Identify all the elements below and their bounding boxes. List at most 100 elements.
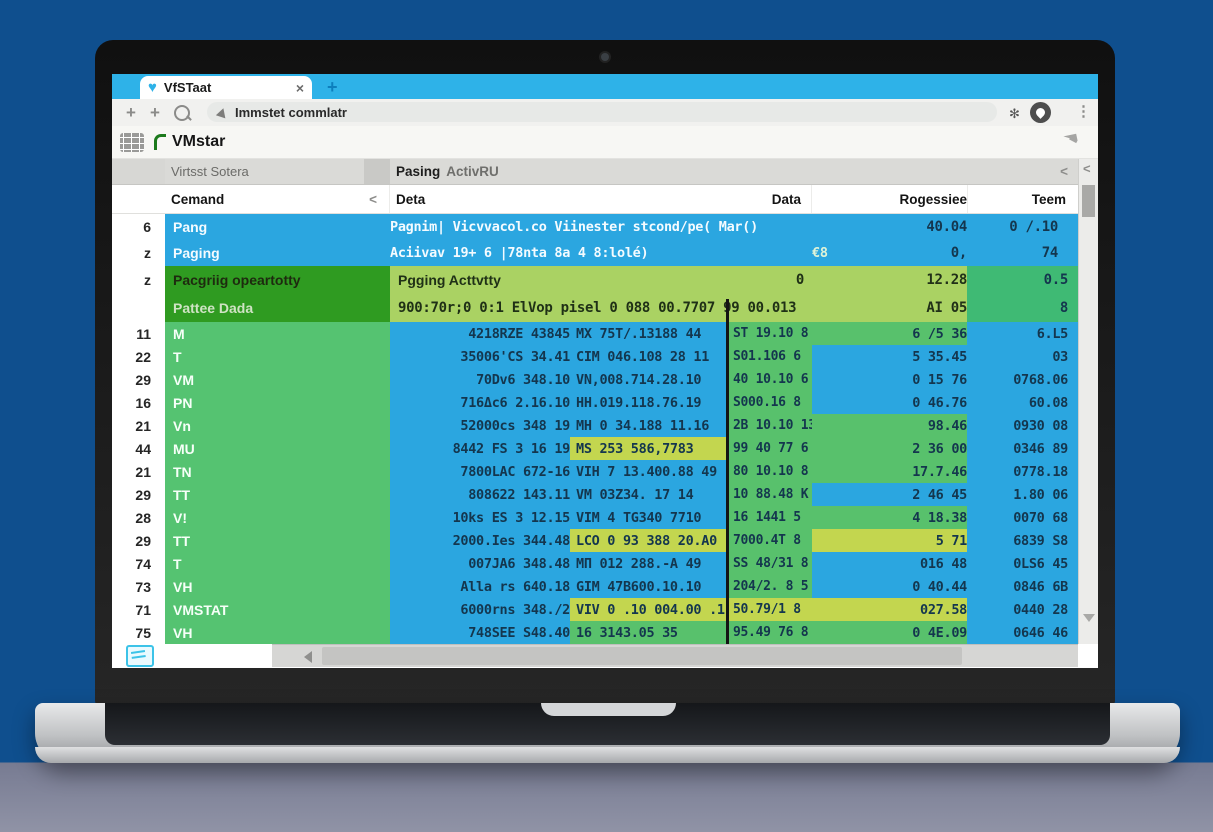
- cell-data-right[interactable]: VIV 0 .10 004.00 .11: [570, 598, 728, 621]
- cell-data-right[interactable]: VIH 7 13.400.88 49: [570, 460, 728, 483]
- cell-data-left[interactable]: 35006'CS 34.41: [390, 345, 570, 368]
- cell-cmd[interactable]: MU: [165, 437, 390, 460]
- cell-data-right[interactable]: LCO 0 93 388 20.A0: [570, 529, 728, 552]
- cell-teem[interactable]: 6839 S8: [967, 529, 1078, 552]
- cell-cmd[interactable]: M: [165, 322, 390, 345]
- cell-teem[interactable]: 1.80 06: [967, 483, 1078, 506]
- cell-rogessiee[interactable]: 0,: [892, 245, 967, 261]
- cell-data-left[interactable]: 52000cs 348 19: [390, 414, 570, 437]
- col-header-teem[interactable]: Teem: [968, 192, 1078, 207]
- col-header-cemand[interactable]: Cemand <: [165, 185, 390, 213]
- cell-rogessiee[interactable]: 5 35.45: [812, 345, 967, 368]
- row-number[interactable]: 21: [112, 460, 165, 483]
- cell-data-right[interactable]: VIM 4 TG340 7710: [570, 506, 728, 529]
- cell-teem[interactable]: 0 /.10: [967, 219, 1068, 235]
- col-header-rogessiee[interactable]: Rogessiee: [812, 185, 968, 213]
- group-header-right[interactable]: Pasing ActivRU <: [390, 159, 1078, 184]
- col-header-deta[interactable]: Deta: [390, 192, 570, 207]
- row-number[interactable]: 44: [112, 437, 165, 460]
- cell-teem[interactable]: 0846 6B: [967, 575, 1078, 598]
- cell-teem[interactable]: 8: [967, 294, 1078, 322]
- row-number[interactable]: [112, 294, 165, 322]
- cell-mid[interactable]: 95.49 76 8: [728, 621, 812, 644]
- cell-rogessiee[interactable]: 12.28: [812, 266, 967, 294]
- row-number[interactable]: 71: [112, 598, 165, 621]
- cell-teem[interactable]: 0.5: [967, 266, 1078, 294]
- document-icon[interactable]: [126, 645, 154, 667]
- row-number[interactable]: z: [112, 266, 165, 294]
- vertical-scrollbar[interactable]: <: [1078, 159, 1098, 644]
- cell-data-right[interactable]: CIM 046.108 28 11: [570, 345, 728, 368]
- cell-cmd[interactable]: Pacgriig opeartotty: [165, 266, 390, 294]
- cell-teem[interactable]: 0LS6 45: [967, 552, 1078, 575]
- cell-data-left[interactable]: 6000rns 348./2: [390, 598, 570, 621]
- scroll-left-arrow-icon[interactable]: [304, 651, 312, 663]
- cell-rogessiee[interactable]: 0 40.44: [812, 575, 967, 598]
- cell-teem[interactable]: 0346 89: [967, 437, 1078, 460]
- cell-rogessiee[interactable]: 0 15 76: [812, 368, 967, 391]
- grid-icon[interactable]: [120, 133, 144, 152]
- cell-cmd[interactable]: T: [165, 552, 390, 575]
- cell-rogessiee[interactable]: 5 71: [812, 529, 967, 552]
- cell-cmd[interactable]: TT: [165, 483, 390, 506]
- new-tab-button[interactable]: +: [327, 77, 338, 98]
- cell-rogessiee[interactable]: 98.46: [812, 414, 967, 437]
- cell-data-right[interactable]: 16 3143.05 35: [570, 621, 728, 644]
- cell-cmd[interactable]: PN: [165, 391, 390, 414]
- cell-mid[interactable]: 204/2. 8 5: [728, 575, 812, 598]
- cell-mid[interactable]: 99 40 77 6: [728, 437, 812, 460]
- row-number[interactable]: 29: [112, 368, 165, 391]
- horizontal-scrollbar-thumb[interactable]: [322, 647, 962, 665]
- cell-data-left[interactable]: 716Δc6 2.16.10: [390, 391, 570, 414]
- cell-cmd[interactable]: TN: [165, 460, 390, 483]
- cell-data-right[interactable]: MS 253 586,7783: [570, 437, 728, 460]
- row-number[interactable]: 21: [112, 414, 165, 437]
- cell-cmd[interactable]: Paging: [165, 245, 390, 261]
- cell-data-right[interactable]: MH 0 34.188 11.16: [570, 414, 728, 437]
- address-bar[interactable]: Immstet commlatr: [207, 102, 997, 122]
- search-icon[interactable]: [174, 105, 190, 121]
- cell-data-right[interactable]: MП 012 288.-A 49: [570, 552, 728, 575]
- cell-data-left[interactable]: 70Dv6 348.10: [390, 368, 570, 391]
- cell-rogessiee[interactable]: 40.04: [892, 219, 967, 235]
- cell-cmd[interactable]: V!: [165, 506, 390, 529]
- cell-mid[interactable]: 2B 10.10 13: [728, 414, 812, 437]
- scrollbar-chevron-icon[interactable]: <: [1083, 161, 1091, 176]
- forward-button[interactable]: +: [150, 104, 160, 121]
- row-number[interactable]: 16: [112, 391, 165, 414]
- cell-data-left[interactable]: 007JA6 348.48: [390, 552, 570, 575]
- cell-cmd[interactable]: Vn: [165, 414, 390, 437]
- row-number[interactable]: 22: [112, 345, 165, 368]
- pin-icon[interactable]: [1063, 134, 1077, 144]
- cell-cmd[interactable]: VMSTAT: [165, 598, 390, 621]
- cell-data-left[interactable]: 748SEE S48.40: [390, 621, 570, 644]
- profile-avatar[interactable]: [1030, 102, 1051, 123]
- cell-teem[interactable]: 0930 08: [967, 414, 1078, 437]
- cell-rogessiee[interactable]: 4 18.38: [812, 506, 967, 529]
- cell-data-right[interactable]: HH.019.118.76.19: [570, 391, 728, 414]
- cell-teem[interactable]: 0646 46: [967, 621, 1078, 644]
- cell-rogessiee[interactable]: 2 46 45: [812, 483, 967, 506]
- cell-rogessiee[interactable]: 17.7.46: [812, 460, 967, 483]
- vertical-scrollbar-thumb[interactable]: [1082, 185, 1095, 217]
- cell-rogessiee[interactable]: AI 05: [812, 294, 967, 322]
- cell-mid[interactable]: 16 1441 5: [728, 506, 812, 529]
- browser-tab[interactable]: ♥ VfSTaat ×: [140, 76, 312, 99]
- cell-mid[interactable]: 10 88.48 K: [728, 483, 812, 506]
- row-number[interactable]: 11: [112, 322, 165, 345]
- cell-mid[interactable]: 7000.4T 8: [728, 529, 812, 552]
- cell-cmd[interactable]: Pang: [165, 219, 390, 235]
- back-button[interactable]: +: [126, 104, 136, 121]
- cell-teem[interactable]: 03: [967, 345, 1078, 368]
- cell-rogessiee[interactable]: 6 /5 36: [812, 322, 967, 345]
- cell-data-left[interactable]: 7800LAC 672-16: [390, 460, 570, 483]
- cell-text[interactable]: Pgging Acttvtty 0: [390, 266, 812, 294]
- cell-text[interactable]: Aciivav 19+ 6 |78nta 8a 4 8:lolé): [390, 245, 812, 261]
- cell-teem[interactable]: 6.L5: [967, 322, 1078, 345]
- cell-teem[interactable]: 0778.18: [967, 460, 1078, 483]
- cell-teem[interactable]: 0768.06: [967, 368, 1078, 391]
- cell-cmd[interactable]: T: [165, 345, 390, 368]
- cemand-chevron-icon[interactable]: <: [369, 192, 377, 207]
- cell-teem[interactable]: 0440 28: [967, 598, 1078, 621]
- cell-data-left[interactable]: 10ks ES 3 12.15: [390, 506, 570, 529]
